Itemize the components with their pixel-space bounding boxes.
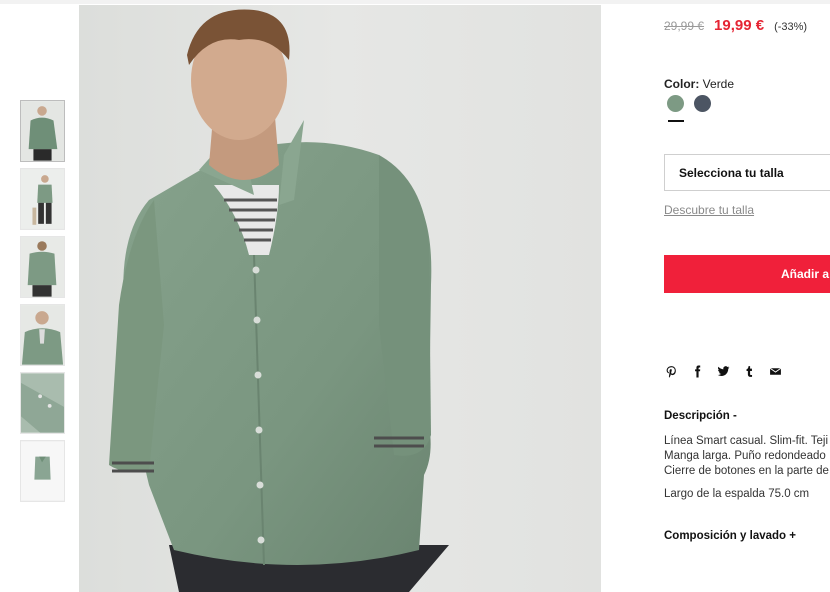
composition-toggle[interactable]: Composición y lavado +: [664, 530, 796, 542]
description-line: Línea Smart casual. Slim-fit. Teji: [664, 435, 829, 447]
thumbnail-3-image: [21, 237, 64, 297]
thumbnail-6-image: [21, 441, 64, 501]
back-length: Largo de la espalda 75.0 cm: [664, 488, 810, 500]
email-icon[interactable]: [768, 364, 782, 378]
thumbnail-gallery: [20, 100, 66, 508]
pinterest-icon[interactable]: [664, 364, 678, 378]
main-product-image[interactable]: [79, 5, 601, 592]
tumblr-icon[interactable]: [742, 364, 756, 378]
price-row: 29,99 € 19,99 € (-33%): [664, 17, 807, 37]
thumbnail-2-image: [21, 169, 64, 229]
description-text: Línea Smart casual. Slim-fit. Teji Manga…: [664, 434, 830, 479]
discount-badge: (-33%): [774, 21, 808, 33]
size-guide-link[interactable]: Descubre tu talla: [664, 203, 754, 217]
color-label: Color:: [664, 77, 700, 91]
swatch-navy[interactable]: [694, 95, 711, 112]
top-border: [0, 0, 830, 4]
color-value: Verde: [702, 77, 735, 91]
thumbnail-4[interactable]: [20, 304, 65, 366]
thumbnail-1[interactable]: [20, 100, 65, 162]
color-swatches: [667, 95, 711, 112]
add-to-cart-button[interactable]: Añadir a: [664, 255, 830, 293]
selected-swatch-indicator: [668, 120, 684, 122]
thumbnail-4-image: [21, 305, 64, 365]
twitter-icon[interactable]: [716, 364, 730, 378]
thumbnail-5-image: [21, 373, 64, 433]
thumbnail-5[interactable]: [20, 372, 65, 434]
swatch-green[interactable]: [667, 95, 684, 112]
size-select[interactable]: Selecciona tu talla: [664, 154, 830, 191]
old-price: 29,99 €: [664, 19, 705, 33]
description-line: Manga larga. Puño redondeado: [664, 450, 826, 462]
thumbnail-2[interactable]: [20, 168, 65, 230]
share-icons: [664, 364, 782, 378]
thumbnail-3[interactable]: [20, 236, 65, 298]
description-line: Cierre de botones en la parte de: [664, 465, 829, 477]
thumbnail-6[interactable]: [20, 440, 65, 502]
description-toggle[interactable]: Descripción -: [664, 410, 737, 422]
color-label-row: Color: Verde: [664, 77, 734, 91]
facebook-icon[interactable]: [690, 364, 704, 378]
current-price: 19,99 €: [714, 17, 765, 34]
thumbnail-1-image: [21, 101, 64, 161]
model-photo: [79, 5, 601, 592]
